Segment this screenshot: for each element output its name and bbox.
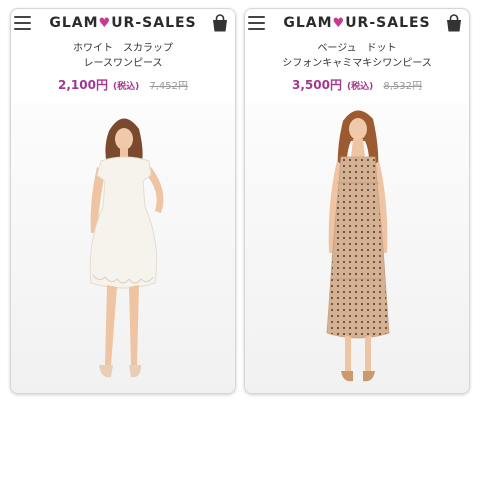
original-price: 7,452円 — [149, 81, 189, 92]
model-beige-dress-image — [326, 110, 390, 382]
heart-icon: ♥ — [98, 16, 112, 31]
brand-logo-suffix: UR-SALES — [345, 15, 431, 31]
product-card-white-dress[interactable]: GLAM♥UR-SALES ホワイト スカラップ レースワンピース 2,100円… — [10, 8, 236, 394]
original-price: 8,532円 — [383, 81, 423, 92]
model-white-dress-image — [89, 118, 164, 378]
price-row: 3,500円 (税込) 8,532円 — [245, 74, 469, 93]
product-name[interactable]: ベージュ ドット シフォンキャミマキシワンピース — [245, 41, 469, 71]
product-photo[interactable] — [245, 103, 469, 393]
card-header: GLAM♥UR-SALES — [245, 9, 469, 39]
tax-label: (税込) — [347, 82, 374, 92]
product-card-beige-dress[interactable]: GLAM♥UR-SALES ベージュ ドット シフォンキャミマキシワンピース 3… — [244, 8, 470, 394]
tax-label: (税込) — [113, 82, 140, 92]
sale-price: 2,100円 — [57, 78, 108, 92]
card-header: GLAM♥UR-SALES — [11, 9, 235, 39]
brand-logo-prefix: GLAM — [283, 15, 333, 31]
price-row: 2,100円 (税込) 7,452円 — [11, 74, 235, 93]
brand-logo-suffix: UR-SALES — [111, 15, 197, 31]
brand-logo[interactable]: GLAM♥UR-SALES — [11, 15, 235, 31]
brand-logo[interactable]: GLAM♥UR-SALES — [245, 15, 469, 31]
shopping-bag-icon[interactable] — [444, 13, 464, 33]
brand-logo-prefix: GLAM — [49, 15, 99, 31]
product-photo[interactable] — [11, 103, 235, 393]
shopping-bag-icon[interactable] — [210, 13, 230, 33]
heart-icon: ♥ — [332, 16, 346, 31]
product-name[interactable]: ホワイト スカラップ レースワンピース — [11, 41, 235, 71]
sale-price: 3,500円 — [291, 78, 342, 92]
